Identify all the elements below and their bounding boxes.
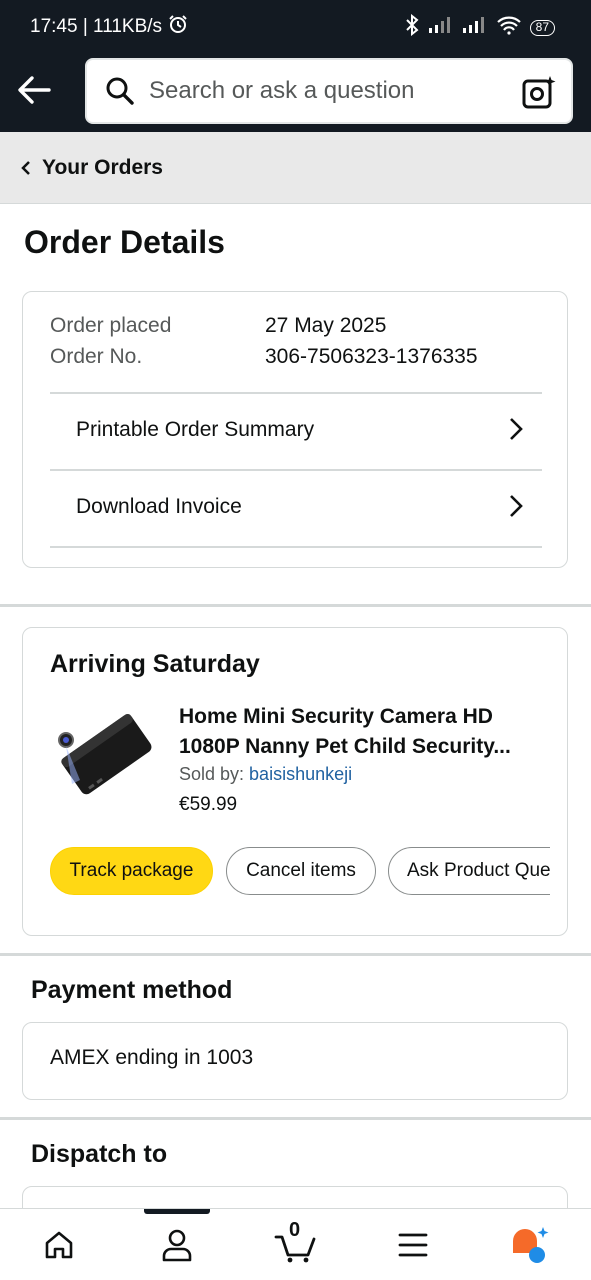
order-info-card: Order placed 27 May 2025 Order No. 306-7… [22, 291, 568, 568]
nav-home[interactable] [37, 1223, 81, 1267]
arrival-status: Arriving Saturday [50, 650, 260, 678]
wifi-icon [496, 15, 522, 40]
divider [50, 546, 542, 548]
payment-method-card: AMEX ending in 1003 [22, 1022, 568, 1100]
back-arrow-icon [18, 76, 51, 104]
breadcrumb-your-orders[interactable]: Your Orders [42, 156, 163, 180]
shipment-actions: Track package Cancel items Ask Product Q… [50, 847, 550, 897]
section-separator [0, 604, 591, 607]
search-input[interactable] [149, 77, 499, 105]
active-tab-indicator [144, 1209, 210, 1214]
nav-rufus-assistant[interactable] [508, 1223, 552, 1267]
nav-cart[interactable]: 0 [272, 1219, 320, 1267]
bottom-nav: 0 [0, 1208, 591, 1280]
payment-method-value: AMEX ending in 1003 [50, 1046, 254, 1069]
order-placed-value: 27 May 2025 [265, 314, 387, 337]
printable-order-summary-link[interactable]: Printable Order Summary [50, 392, 542, 468]
cart-count-badge: 0 [289, 1219, 301, 1241]
battery-indicator: 87 [529, 19, 555, 36]
ask-product-question-button[interactable]: Ask Product Question [388, 847, 550, 895]
sold-by-label: Sold by: [179, 764, 250, 784]
search-bar[interactable] [85, 58, 573, 124]
product-price: €59.99 [179, 794, 238, 815]
rufus-icon [513, 1227, 549, 1263]
product-title-line1: Home Mini Security Camera HD [179, 705, 493, 728]
signal-icon [428, 16, 454, 39]
chevron-right-icon [508, 493, 524, 524]
signal-icon-2 [462, 16, 488, 39]
account-icon [162, 1229, 192, 1262]
shipment-card: Arriving Saturday Home Mini Security Cam… [22, 627, 568, 936]
product-image[interactable] [50, 700, 158, 808]
section-separator [0, 953, 591, 956]
chevron-left-icon [20, 160, 34, 176]
home-icon [45, 1231, 73, 1259]
dispatch-to-heading: Dispatch to [31, 1140, 168, 1168]
product-title-line2: 1080P Nanny Pet Child Security... [179, 735, 511, 758]
breadcrumb[interactable]: Your Orders [0, 132, 591, 204]
search-icon [105, 76, 135, 106]
bluetooth-icon [404, 13, 420, 41]
product-title[interactable]: Home Mini Security Camera HD 1080P Nanny… [179, 702, 549, 762]
chevron-right-icon [508, 416, 524, 447]
printable-order-summary-label: Printable Order Summary [76, 418, 315, 441]
seller-link[interactable]: baisishunkeji [249, 764, 352, 784]
nav-account[interactable] [155, 1223, 199, 1267]
alarm-icon [168, 14, 188, 40]
menu-icon [398, 1233, 428, 1257]
status-bar: 17:45 | 111KB/s 87 [0, 0, 591, 52]
order-number-label: Order No. [50, 345, 143, 368]
payment-method-heading: Payment method [31, 976, 233, 1004]
order-number-value: 306-7506323-1376335 [265, 345, 478, 368]
download-invoice-label: Download Invoice [76, 495, 242, 518]
page-title: Order Details [24, 224, 225, 260]
back-button[interactable] [14, 70, 54, 110]
order-placed-label: Order placed [50, 314, 172, 337]
section-separator [0, 1117, 591, 1120]
status-time: 17:45 | 111KB/s [30, 16, 163, 37]
header [0, 52, 591, 132]
download-invoice-link[interactable]: Download Invoice [50, 469, 542, 545]
track-package-button[interactable]: Track package [50, 847, 213, 895]
cancel-items-button[interactable]: Cancel items [226, 847, 376, 895]
camera-search-icon[interactable] [521, 74, 557, 110]
sold-by: Sold by: baisishunkeji [179, 764, 352, 785]
nav-menu[interactable] [391, 1223, 435, 1267]
